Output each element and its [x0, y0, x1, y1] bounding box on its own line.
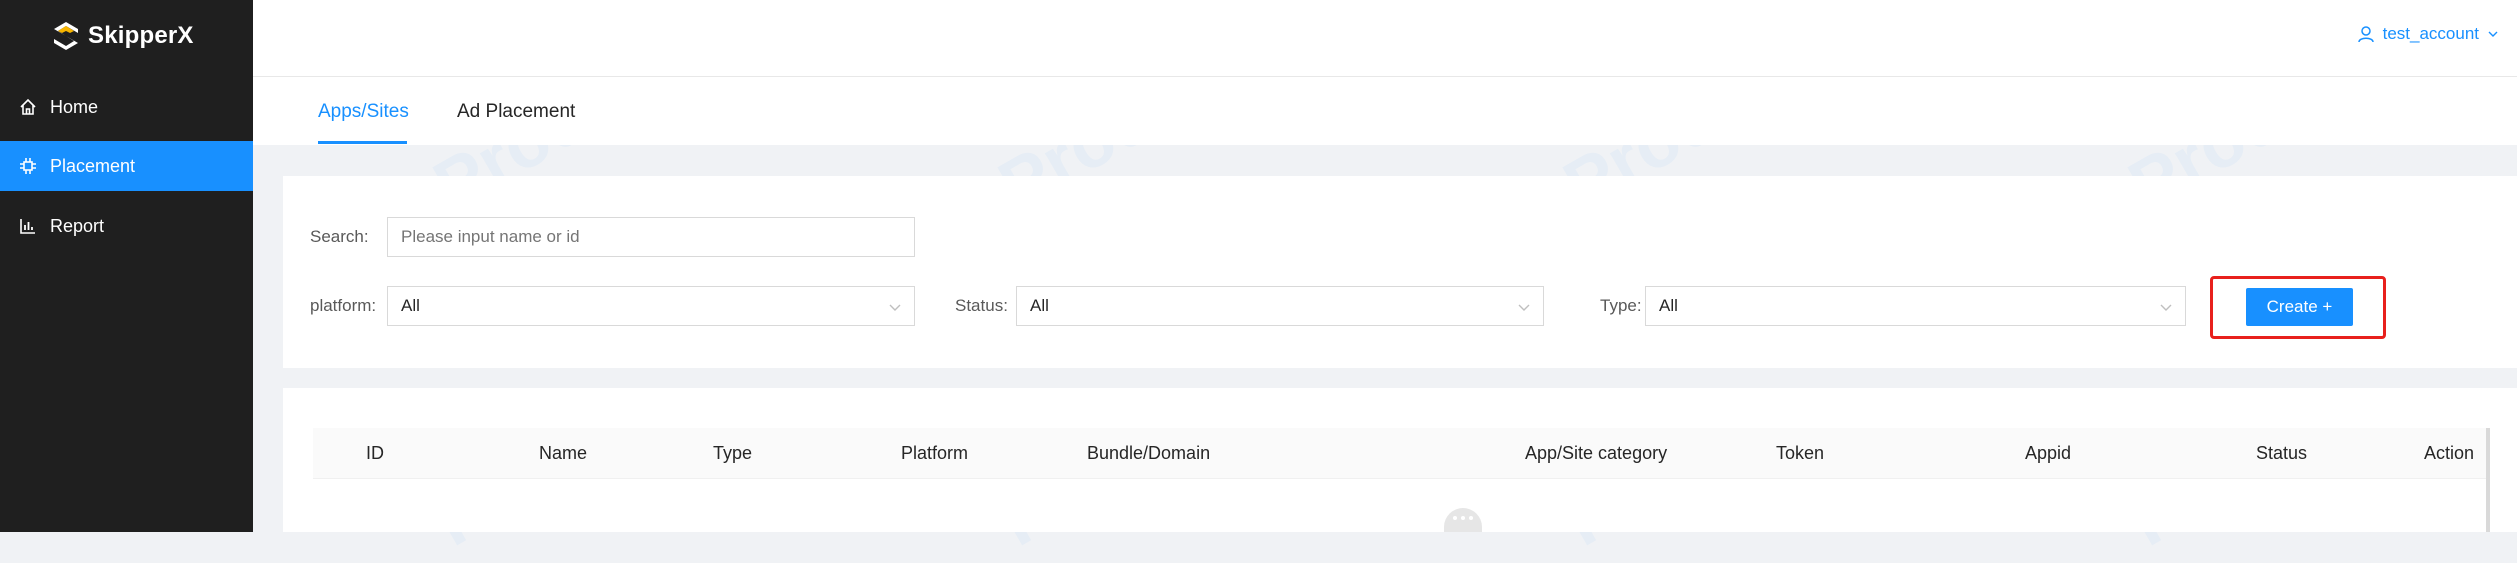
sidebar-item-placement[interactable]: Placement — [0, 141, 253, 191]
app-name: SkipperX — [88, 22, 194, 49]
chevron-down-icon — [889, 304, 901, 311]
search-label: Search: — [310, 227, 369, 246]
column-header[interactable]: Appid — [2025, 443, 2071, 464]
filter-card — [283, 176, 2517, 368]
column-header[interactable]: Platform — [901, 443, 968, 464]
tab-bar: Apps/Sites Ad Placement — [253, 77, 2517, 145]
home-icon — [18, 97, 38, 117]
chevron-down-icon — [2160, 304, 2172, 311]
bar-chart-icon — [18, 216, 38, 236]
column-header[interactable]: Status — [2256, 443, 2307, 464]
status-label: Status: — [955, 296, 1008, 315]
sidebar-item-label: Home — [50, 96, 99, 117]
column-header[interactable]: Name — [539, 443, 587, 464]
platform-label: platform: — [310, 296, 377, 315]
sidebar-item-home[interactable]: Home — [0, 82, 253, 132]
top-header: test_account — [253, 0, 2517, 77]
sidebar: SkipperX Home Placement Report — [0, 0, 253, 532]
column-header[interactable]: Bundle/Domain — [1087, 443, 1210, 464]
table-scrollbar[interactable] — [2486, 428, 2490, 532]
active-tab-indicator — [318, 141, 407, 144]
placement-icon — [18, 156, 38, 176]
search-input[interactable] — [387, 217, 915, 257]
tab-apps-sites[interactable]: Apps/Sites — [318, 101, 409, 123]
sidebar-item-report[interactable]: Report — [0, 201, 253, 251]
column-header[interactable]: Token — [1776, 443, 1824, 464]
platform-select-value: All — [401, 296, 420, 315]
status-select-value: All — [1030, 296, 1049, 315]
type-label: Type: — [1600, 296, 1642, 315]
sidebar-item-label: Report — [50, 215, 105, 236]
tab-ad-placement[interactable]: Ad Placement — [457, 101, 575, 123]
create-button[interactable]: Create + — [2246, 288, 2353, 326]
type-select[interactable]: All — [1645, 286, 2186, 326]
user-icon — [2357, 26, 2374, 43]
column-header[interactable]: Action — [2424, 443, 2474, 464]
username: test_account — [2382, 24, 2479, 43]
chevron-down-icon — [2488, 31, 2498, 37]
logo[interactable]: SkipperX — [52, 18, 194, 54]
sidebar-item-label: Placement — [50, 155, 136, 176]
column-header[interactable]: Type — [713, 443, 752, 464]
type-select-value: All — [1659, 296, 1678, 315]
column-header[interactable]: ID — [366, 443, 384, 464]
logo-icon — [54, 22, 78, 50]
chevron-down-icon — [1518, 304, 1530, 311]
column-header[interactable]: App/Site category — [1525, 443, 1667, 464]
platform-select[interactable]: All — [387, 286, 915, 326]
status-select[interactable]: All — [1016, 286, 1544, 326]
table-header: ID Name Type Platform Bundle/Domain App/… — [313, 428, 2486, 479]
user-menu[interactable]: test_account — [2357, 24, 2499, 44]
